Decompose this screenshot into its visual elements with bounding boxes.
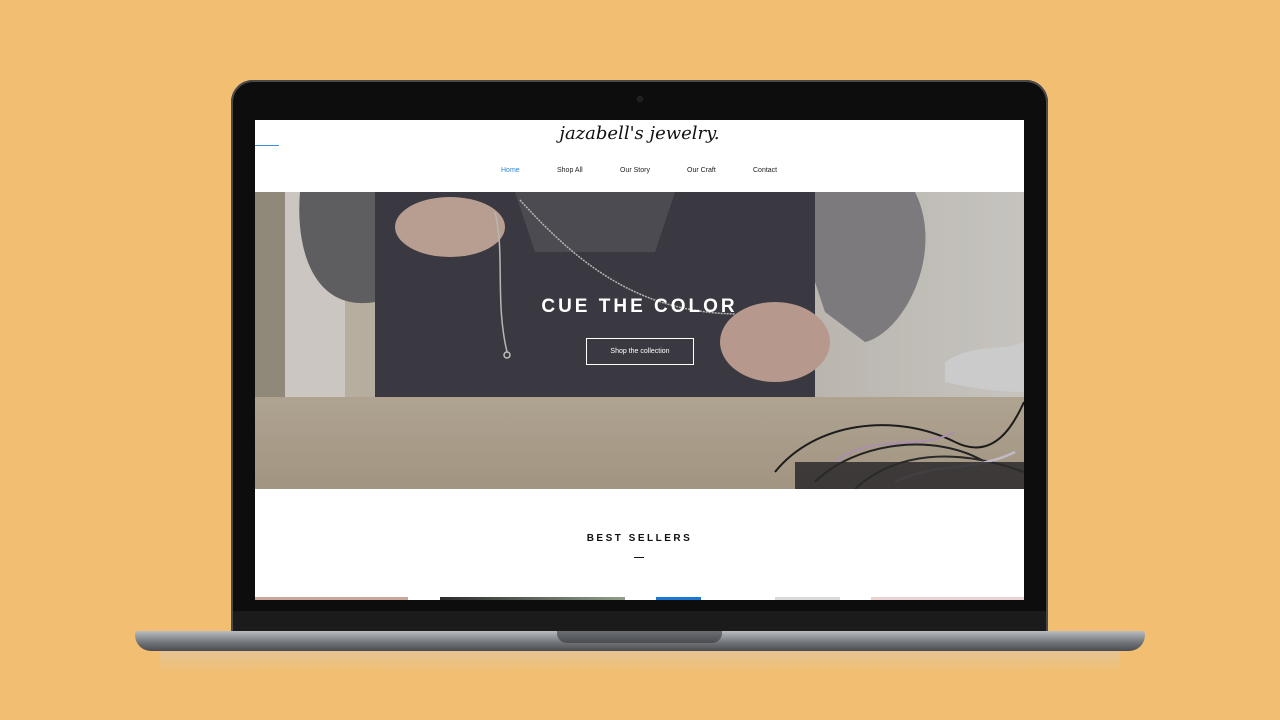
accent-line: [255, 145, 279, 146]
best-sellers-row: [255, 597, 1024, 600]
hero-banner: CUE THE COLOR Shop the collection: [255, 192, 1024, 489]
nav-item-our-craft[interactable]: Our Craft: [687, 167, 716, 174]
nav-item-home[interactable]: Home: [501, 167, 520, 174]
site-logo[interactable]: jazabell's jewelry.: [255, 123, 1024, 144]
nav-item-shop-all[interactable]: Shop All: [557, 167, 583, 174]
product-thumbnail[interactable]: [440, 597, 625, 600]
product-thumbnail[interactable]: [871, 597, 1024, 600]
laptop-screen: jazabell's jewelry. Home Shop All Our St…: [255, 120, 1024, 600]
webcam: [637, 96, 643, 102]
shop-collection-button[interactable]: Shop the collection: [586, 338, 694, 365]
laptop-reflection: [160, 651, 1120, 673]
laptop-notch: [557, 631, 722, 643]
site-header: jazabell's jewelry. Home Shop All Our St…: [255, 120, 1024, 192]
screen-bezel: [233, 611, 1046, 633]
product-thumbnail[interactable]: [775, 597, 840, 600]
section-divider: [634, 557, 644, 558]
hero-title: CUE THE COLOR: [541, 296, 738, 317]
main-nav: Home Shop All Our Story Our Craft Contac…: [255, 167, 1024, 179]
nav-item-contact[interactable]: Contact: [753, 167, 777, 174]
nav-item-our-story[interactable]: Our Story: [620, 167, 650, 174]
product-thumbnail[interactable]: [255, 597, 408, 600]
product-thumbnail[interactable]: [656, 597, 701, 600]
best-sellers-title: BEST SELLERS: [586, 533, 693, 544]
